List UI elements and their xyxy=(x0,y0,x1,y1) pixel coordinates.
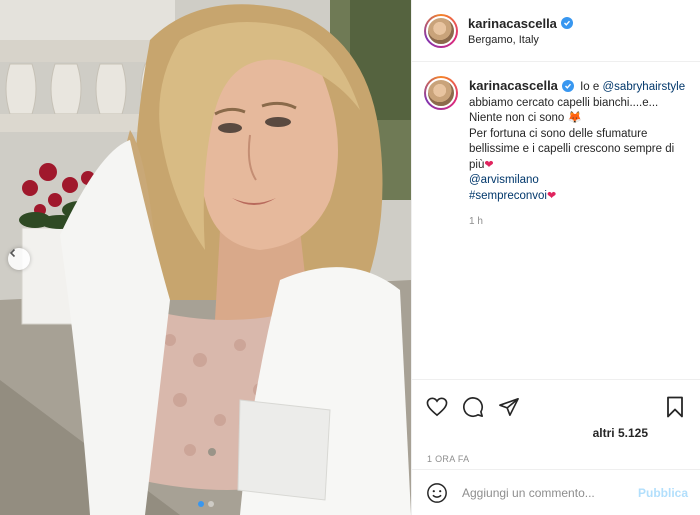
post-actions-section: altri 5.125 1 ORA FA xyxy=(412,379,700,464)
like-button[interactable] xyxy=(424,394,450,420)
carousel-indicator xyxy=(0,501,411,507)
publish-button[interactable]: Pubblica xyxy=(638,486,688,500)
comment-button[interactable] xyxy=(460,394,486,420)
photo-illustration xyxy=(0,0,411,515)
heart-icon xyxy=(426,397,448,417)
post-date[interactable]: 1 ORA FA xyxy=(412,454,700,464)
comment-icon xyxy=(463,397,483,418)
share-button[interactable] xyxy=(496,394,522,420)
caption-timestamp[interactable]: 1 h xyxy=(469,214,688,230)
caption-mention-link[interactable]: @arvismilano xyxy=(469,174,539,186)
chevron-left-icon xyxy=(9,248,16,258)
post-location[interactable]: Bergamo, Italy xyxy=(468,34,573,46)
fox-emoji-icon: 🦊 xyxy=(567,112,582,124)
post-side-panel: karinacascella Bergamo, Italy karinacasc… xyxy=(411,0,700,515)
action-bar xyxy=(412,380,700,424)
post-header: karinacascella Bergamo, Italy xyxy=(412,0,700,62)
avatar[interactable] xyxy=(424,13,458,48)
post-photo[interactable] xyxy=(0,0,411,515)
red-heart-emoji-icon: ❤ xyxy=(484,158,494,171)
caption-intro: Io e xyxy=(580,81,600,93)
caption-line: abbiamo cercato capelli bianchi....e... xyxy=(469,96,659,109)
red-heart-emoji-icon: ❤ xyxy=(546,189,557,202)
carousel-dot xyxy=(207,501,214,507)
verified-badge-icon xyxy=(561,79,574,92)
carousel-prev-button[interactable] xyxy=(8,248,30,270)
carousel-dot-active xyxy=(197,501,204,507)
caption-line: Niente non ci sono xyxy=(469,112,565,124)
comment-input[interactable] xyxy=(462,485,638,500)
save-button[interactable] xyxy=(662,394,688,420)
add-comment-bar: Pubblica xyxy=(412,469,700,515)
caption-username[interactable]: karinacascella xyxy=(469,78,558,94)
paper-plane-icon xyxy=(499,398,519,416)
caption-mention-link[interactable]: @sabryhairstyle xyxy=(603,81,686,93)
caption-avatar[interactable] xyxy=(424,76,458,110)
caption-hashtag-link[interactable]: #sempreconvoi xyxy=(469,190,547,202)
emoji-button[interactable] xyxy=(424,480,450,506)
smiley-icon xyxy=(427,482,447,503)
caption-comment: karinacascella Io e @sabryhairstyle abbi… xyxy=(412,62,700,230)
caption-line: Per fortuna ci sono delle sfumature bell… xyxy=(469,127,675,171)
verified-badge-icon xyxy=(560,17,573,29)
header-username[interactable]: karinacascella xyxy=(468,16,557,31)
likes-count[interactable]: altri 5.125 xyxy=(412,426,700,440)
bookmark-icon xyxy=(667,396,683,418)
